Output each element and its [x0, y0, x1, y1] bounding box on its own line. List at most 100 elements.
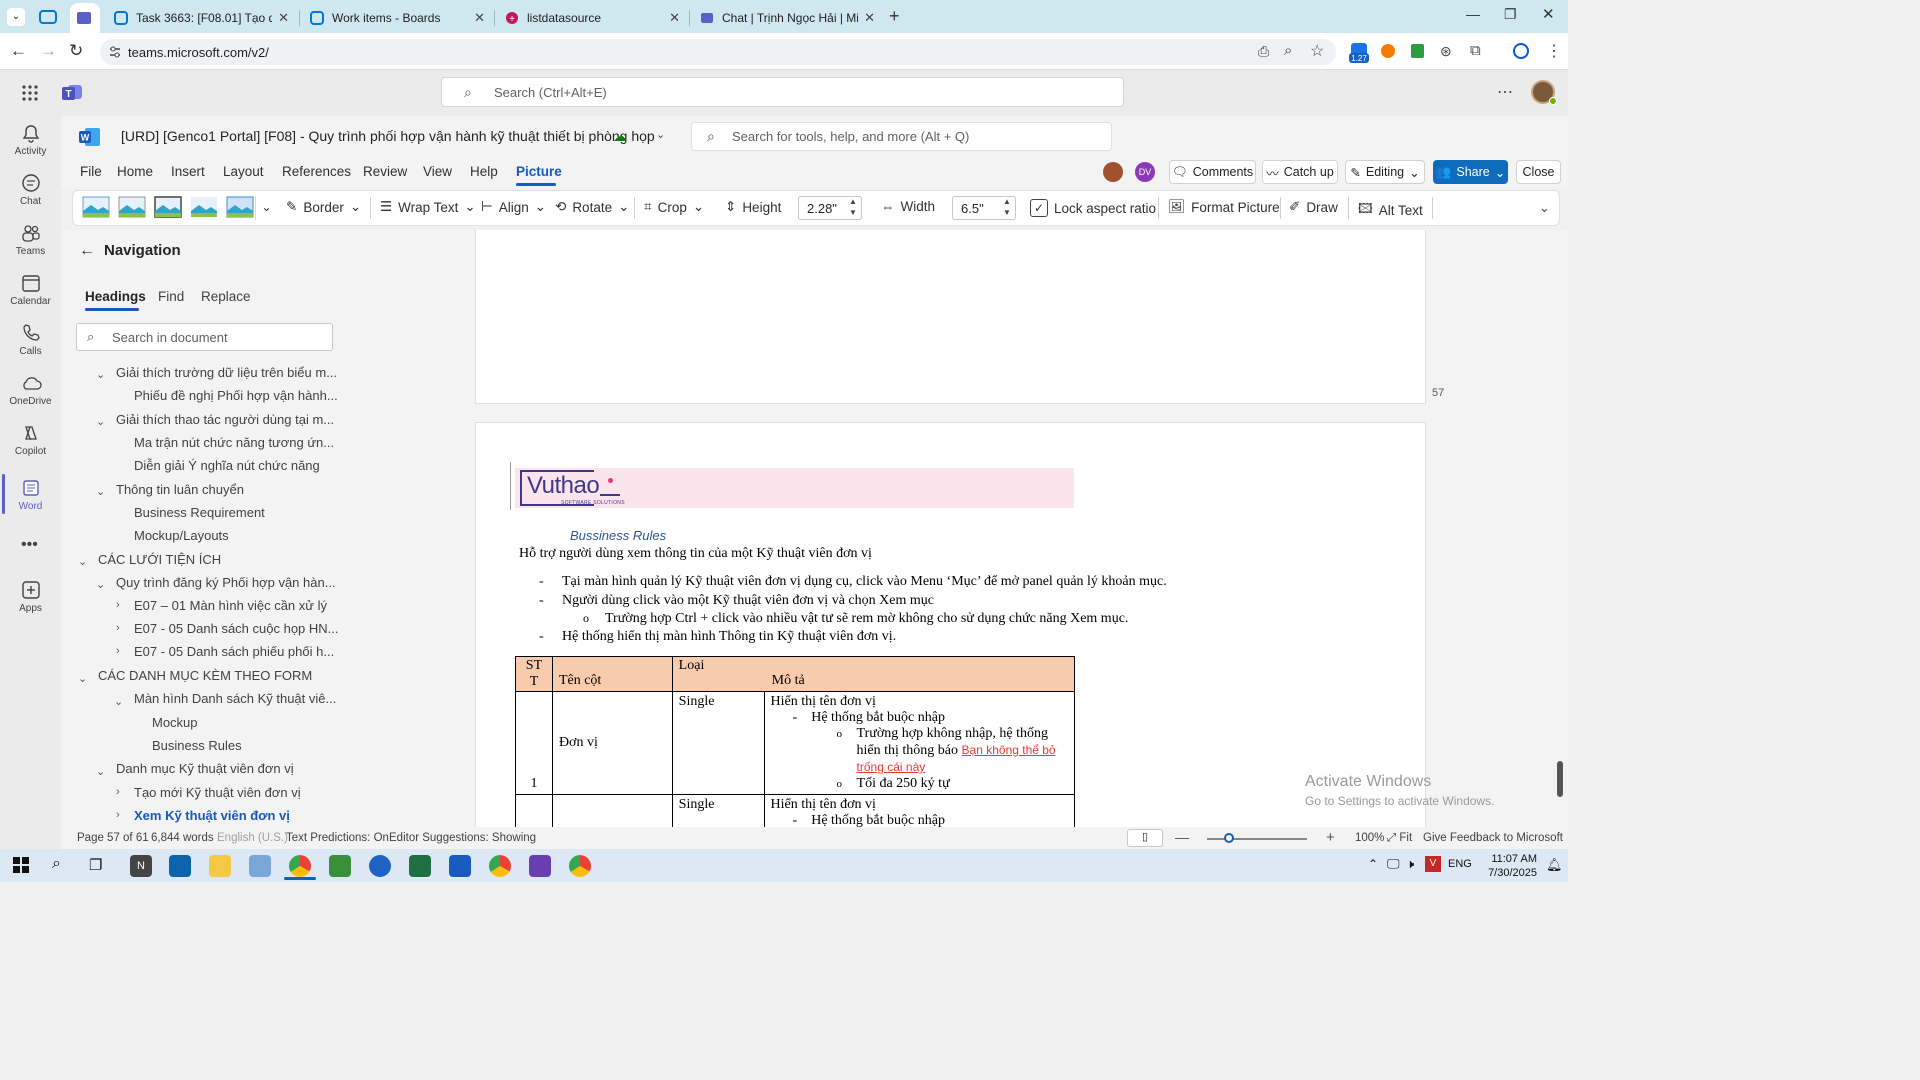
sub-bullet-text[interactable]: Trường hợp Ctrl + click vào nhiều vật tư… — [605, 611, 1128, 627]
install-app-icon[interactable]: ⎙ — [1258, 43, 1269, 60]
window-close-button[interactable]: ✕ — [1542, 5, 1555, 23]
notion-app-icon[interactable]: N — [130, 855, 152, 877]
catch-up-button[interactable]: 〰 Catch up — [1262, 160, 1338, 184]
close-icon[interactable]: ✕ — [474, 10, 485, 26]
rotate-button[interactable]: ⟲ Rotate ⌄ — [555, 199, 629, 215]
tab-task[interactable]: Task 3663: [F08.01] Tạo danh sá✕ — [104, 3, 299, 33]
picture-style-3[interactable] — [154, 195, 183, 219]
status-text-predictions[interactable]: Text Predictions: On — [286, 832, 389, 844]
nav-heading-item[interactable]: E07 – 01 Màn hình việc cần xử lý — [134, 598, 327, 613]
outlook-app-icon[interactable] — [169, 855, 191, 877]
nav-heading-item[interactable]: Giải thích thao tác người dùng tại m... — [116, 412, 334, 427]
nav-tab-find[interactable]: Find — [158, 289, 184, 304]
notepad-app-icon[interactable] — [329, 855, 351, 877]
rail-chat[interactable]: Chat — [0, 173, 61, 221]
menu-insert[interactable]: Insert — [171, 164, 205, 179]
app-launcher-icon[interactable] — [21, 84, 39, 102]
teams-favicon-icon[interactable] — [38, 8, 58, 26]
bullet-text[interactable]: Hệ thống hiển thị màn hình Thông tin Kỹ … — [562, 629, 896, 645]
nav-heading-item[interactable]: Tạo mới Kỹ thuật viên đơn vị — [134, 785, 301, 800]
nav-heading-item[interactable]: Thông tin luân chuyển — [116, 482, 244, 497]
picture-style-1[interactable] — [82, 195, 111, 219]
nav-heading-item[interactable]: E07 - 05 Danh sách phiếu phối h... — [134, 644, 334, 659]
spec-table[interactable]: ST T Tên cột Loại Mô tả 1 Đơn vị Single H… — [515, 656, 1076, 827]
nav-tab-replace[interactable]: Replace — [201, 289, 251, 304]
nav-heading-item[interactable]: E07 - 05 Danh sách cuộc họp HN... — [134, 621, 339, 636]
expand-chevron-icon[interactable]: ⌄ — [114, 695, 123, 708]
expand-chevron-icon[interactable]: ⌄ — [96, 368, 105, 381]
picture-style-2[interactable] — [118, 195, 147, 219]
collapsed-chevron-icon[interactable]: › — [116, 599, 120, 611]
menu-help[interactable]: Help — [470, 164, 498, 179]
editing-mode-button[interactable]: ✎ Editing ⌄ — [1345, 160, 1425, 184]
format-picture-button[interactable]: 🖼 Format Picture — [1168, 199, 1280, 215]
expand-chevron-icon[interactable]: ⌄ — [96, 578, 105, 591]
expand-chevron-icon[interactable]: ⌄ — [78, 672, 87, 685]
tab-work-items[interactable]: Work items - Boards ✕ — [300, 3, 495, 33]
collapsed-chevron-icon[interactable]: › — [116, 622, 120, 634]
zoom-out-button[interactable]: — — [1175, 829, 1189, 845]
rail-activity[interactable]: Activity — [0, 123, 61, 171]
address-bar[interactable] — [100, 39, 1336, 65]
lock-aspect-ratio-checkbox[interactable]: ✓ Lock aspect ratio — [1030, 199, 1156, 217]
file-explorer-icon[interactable] — [209, 855, 231, 877]
zoom-icon[interactable]: ⌕ — [1284, 42, 1292, 59]
minimize-button[interactable]: — — [1466, 6, 1480, 22]
collaborator-avatar[interactable] — [1103, 162, 1123, 182]
close-icon[interactable]: ✕ — [669, 10, 680, 26]
intro-paragraph[interactable]: Hỗ trợ người dùng xem thông tin của một … — [519, 546, 872, 562]
nav-heading-item[interactable]: Danh mục Kỹ thuật viên đơn vị — [116, 761, 294, 776]
nav-heading-item[interactable]: Business Requirement — [134, 505, 265, 520]
extension-shield-icon[interactable]: ⊛ — [1440, 43, 1452, 60]
bullet-text[interactable]: Tại màn hình quản lý Kỹ thuật viên đơn v… — [562, 574, 1167, 590]
status-language[interactable]: English (U.S.) — [217, 832, 288, 844]
forward-arrow-icon[interactable]: → — [40, 41, 57, 61]
wrap-text-button[interactable]: ☰ Wrap Text ⌄ — [380, 199, 476, 215]
tab-list-chevron-icon[interactable]: ⌄ — [7, 8, 25, 26]
reload-icon[interactable]: ↻ — [69, 41, 83, 61]
rail-teams[interactable]: Teams — [0, 223, 61, 271]
nav-heading-item[interactable]: Quy trình đăng ký Phối hợp vận hàn... — [116, 575, 336, 590]
close-icon[interactable]: ✕ — [864, 10, 875, 26]
draw-button[interactable]: ✐ Draw — [1289, 199, 1338, 215]
nav-heading-item[interactable]: CÁC LƯỚI TIỆN ÍCH — [98, 552, 221, 567]
nav-heading-item[interactable]: Mockup — [152, 715, 198, 730]
close-icon[interactable]: ✕ — [278, 10, 289, 26]
extension-badge-icon[interactable]: 1.27 — [1349, 41, 1369, 63]
alt-text-button[interactable]: 🖾 Alt Text — [1358, 199, 1423, 222]
browser-menu-icon[interactable]: ⋮ — [1546, 41, 1562, 61]
menu-file[interactable]: File — [80, 164, 102, 179]
menu-home[interactable]: Home — [117, 164, 153, 179]
extension-orange-icon[interactable] — [1381, 44, 1395, 58]
tray-overflow-chevron-icon[interactable]: ⌃ — [1368, 857, 1378, 871]
menu-review[interactable]: Review — [363, 164, 407, 179]
expand-chevron-icon[interactable]: ⌄ — [96, 415, 105, 428]
excel-app-icon[interactable] — [409, 855, 431, 877]
profile-icon[interactable] — [1513, 43, 1529, 59]
section-label[interactable]: Bussiness Rules — [570, 528, 666, 543]
expand-chevron-icon[interactable]: ⌄ — [96, 485, 105, 498]
chrome-profile-app-icon[interactable] — [489, 855, 511, 877]
nav-heading-item[interactable]: Ma trận nút chức năng tương ứn... — [134, 435, 334, 450]
rail-calendar[interactable]: Calendar — [0, 273, 61, 321]
nav-heading-item[interactable]: Màn hình Danh sách Kỹ thuật viê... — [134, 691, 336, 706]
collapsed-chevron-icon[interactable]: › — [116, 786, 120, 798]
title-chevron-down-icon[interactable]: ⌄ — [656, 128, 665, 141]
task-view-icon[interactable]: ❐ — [89, 856, 102, 874]
width-spinner-icon[interactable]: ▲ ▼ — [1003, 196, 1011, 218]
word-app-icon[interactable] — [449, 855, 471, 877]
bullet-text[interactable]: Người dùng click vào một Kỹ thuật viên đ… — [562, 593, 934, 609]
align-button[interactable]: ⊢ Align ⌄ — [481, 199, 546, 215]
menu-view[interactable]: View — [423, 164, 452, 179]
volume-tray-icon[interactable]: 🕨 — [1406, 856, 1414, 872]
menu-references[interactable]: References — [282, 164, 351, 179]
height-spinner-icon[interactable]: ▲ ▼ — [849, 196, 857, 218]
share-button[interactable]: 👥 Share ⌄ — [1433, 160, 1508, 184]
menu-picture[interactable]: Picture — [516, 164, 562, 179]
visual-studio-app-icon[interactable] — [529, 855, 551, 877]
site-info-icon[interactable] — [108, 45, 122, 59]
nav-heading-item[interactable]: Mockup/Layouts — [134, 528, 229, 543]
extensions-puzzle-icon[interactable]: ⧉ — [1470, 42, 1481, 59]
zoom-slider-thumb[interactable] — [1224, 833, 1234, 843]
status-editor-suggestions[interactable]: Editor Suggestions: Showing — [389, 832, 536, 844]
